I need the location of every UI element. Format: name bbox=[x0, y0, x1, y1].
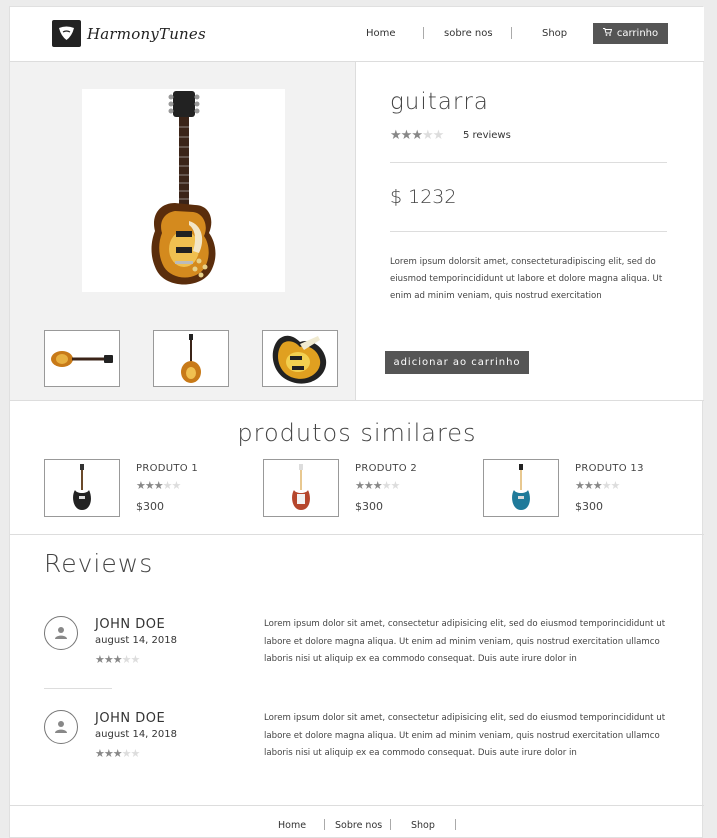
star-filled-icon: ★ bbox=[95, 653, 105, 666]
star-filled-icon: ★ bbox=[575, 479, 585, 492]
user-icon bbox=[55, 627, 67, 639]
star-filled-icon: ★ bbox=[390, 128, 402, 143]
divider bbox=[390, 162, 667, 163]
logo[interactable]: HarmonyTunes bbox=[52, 20, 206, 47]
product-info: guitarra ★★★★★ 5 reviews $ 1232 Lorem ip… bbox=[356, 62, 703, 400]
footer-link-sobre-nos[interactable]: Sobre nos bbox=[335, 820, 382, 831]
star-filled-icon: ★ bbox=[103, 747, 114, 760]
cart-label: carrinho bbox=[616, 28, 659, 39]
nav-shop[interactable]: Shop bbox=[542, 28, 567, 39]
similar-products-title: produtos similares bbox=[237, 419, 477, 447]
star-filled-icon: ★ bbox=[592, 479, 603, 492]
star-filled-icon: ★ bbox=[103, 653, 114, 666]
similar-product-price: $300 bbox=[136, 500, 164, 513]
star-empty-icon: ★ bbox=[381, 479, 392, 492]
star-empty-icon: ★ bbox=[121, 653, 132, 666]
star-filled-icon: ★ bbox=[112, 653, 123, 666]
similar-product-price: $300 bbox=[355, 500, 383, 513]
similar-product-image[interactable] bbox=[44, 459, 120, 517]
star-filled-icon: ★ bbox=[400, 128, 413, 143]
footer-link-shop[interactable]: Shop bbox=[411, 820, 435, 831]
star-filled-icon: ★ bbox=[95, 747, 105, 760]
similar-product-image[interactable] bbox=[263, 459, 339, 517]
add-to-cart-button[interactable]: adicionar ao carrinho bbox=[385, 351, 529, 374]
star-filled-icon: ★ bbox=[411, 128, 423, 143]
header: HarmonyTunes Home sobre nos Shop carrinh… bbox=[10, 7, 704, 62]
star-filled-icon: ★ bbox=[355, 479, 365, 492]
star-filled-icon: ★ bbox=[372, 479, 383, 492]
avatar bbox=[44, 710, 78, 744]
review-text: Lorem ipsum dolor sit amet, consectetur … bbox=[264, 713, 666, 758]
similar-product-card[interactable]: PRODUTO 2 ★★★★★ $300 bbox=[263, 459, 417, 517]
star-empty-icon: ★ bbox=[601, 479, 612, 492]
reviewer-name: JOHN DOE bbox=[95, 711, 166, 726]
similar-product-stars: ★★★★★ bbox=[575, 479, 621, 492]
review-divider bbox=[44, 688, 112, 689]
star-filled-icon: ★ bbox=[363, 479, 374, 492]
divider bbox=[390, 231, 667, 232]
nav-divider bbox=[511, 27, 512, 39]
product-reviews-count[interactable]: 5 reviews bbox=[463, 130, 511, 141]
review-stars: ★★★★★ bbox=[95, 653, 141, 666]
star-empty-icon: ★ bbox=[130, 747, 141, 760]
star-empty-icon: ★ bbox=[130, 653, 141, 666]
reviews-title: Reviews bbox=[44, 549, 154, 578]
star-empty-icon: ★ bbox=[432, 128, 445, 143]
similar-product-name[interactable]: PRODUTO 13 bbox=[575, 463, 644, 474]
logo-text: HarmonyTunes bbox=[87, 24, 206, 43]
star-empty-icon: ★ bbox=[390, 479, 401, 492]
cart-button[interactable]: carrinho bbox=[593, 23, 668, 44]
similar-product-image[interactable] bbox=[483, 459, 559, 517]
footer-divider bbox=[324, 819, 325, 830]
similar-product-price: $300 bbox=[575, 500, 603, 513]
thumbnail-front-guitar[interactable] bbox=[153, 330, 229, 387]
thumbnail-horizontal-guitar[interactable] bbox=[44, 330, 120, 387]
footer: Home Sobre nos Shop bbox=[10, 805, 704, 838]
review-text: Lorem ipsum dolor sit amet, consectetur … bbox=[264, 619, 666, 664]
star-filled-icon: ★ bbox=[153, 479, 164, 492]
thumbnail-closeup-guitar[interactable] bbox=[262, 330, 338, 387]
similar-product-stars: ★★★★★ bbox=[136, 479, 182, 492]
product-description: Lorem ipsum dolorsit amet, consecteturad… bbox=[390, 257, 663, 301]
star-empty-icon: ★ bbox=[610, 479, 621, 492]
nav-divider bbox=[423, 27, 424, 39]
cart-icon bbox=[602, 28, 613, 39]
similar-product-name[interactable]: PRODUTO 2 bbox=[355, 463, 417, 474]
similar-product-name[interactable]: PRODUTO 1 bbox=[136, 463, 198, 474]
footer-link-home[interactable]: Home bbox=[278, 820, 306, 831]
review-date: august 14, 2018 bbox=[95, 635, 177, 646]
star-filled-icon: ★ bbox=[144, 479, 155, 492]
nav-sobre-nos[interactable]: sobre nos bbox=[444, 28, 493, 39]
star-empty-icon: ★ bbox=[421, 128, 434, 143]
similar-product-card[interactable]: PRODUTO 13 ★★★★★ $300 bbox=[483, 459, 643, 517]
product-price: $ 1232 bbox=[390, 186, 457, 208]
nav-home[interactable]: Home bbox=[366, 28, 396, 39]
footer-divider bbox=[455, 819, 456, 830]
product-rating-stars: ★★★★★ bbox=[390, 128, 445, 143]
product-main-image bbox=[82, 89, 285, 292]
star-empty-icon: ★ bbox=[121, 747, 132, 760]
user-icon bbox=[55, 721, 67, 733]
star-filled-icon: ★ bbox=[136, 479, 146, 492]
product-title: guitarra bbox=[390, 89, 489, 115]
similar-product-stars: ★★★★★ bbox=[355, 479, 401, 492]
star-empty-icon: ★ bbox=[162, 479, 173, 492]
avatar bbox=[44, 616, 78, 650]
page: HarmonyTunes Home sobre nos Shop carrinh… bbox=[9, 6, 704, 838]
review-stars: ★★★★★ bbox=[95, 747, 141, 760]
similar-product-card[interactable]: PRODUTO 1 ★★★★★ $300 bbox=[44, 459, 198, 517]
review-date: august 14, 2018 bbox=[95, 729, 177, 740]
reviewer-name: JOHN DOE bbox=[95, 617, 166, 632]
star-empty-icon: ★ bbox=[171, 479, 182, 492]
reviews-section: Reviews JOHN DOE august 14, 2018 ★★★★★ L… bbox=[10, 535, 704, 805]
guitar-pick-logo-icon bbox=[52, 20, 81, 47]
similar-products-section: produtos similares PRODUTO 1 ★★★★★ $300 … bbox=[10, 400, 704, 535]
product-gallery bbox=[10, 62, 356, 400]
star-filled-icon: ★ bbox=[112, 747, 123, 760]
star-filled-icon: ★ bbox=[583, 479, 594, 492]
footer-divider bbox=[390, 819, 391, 830]
